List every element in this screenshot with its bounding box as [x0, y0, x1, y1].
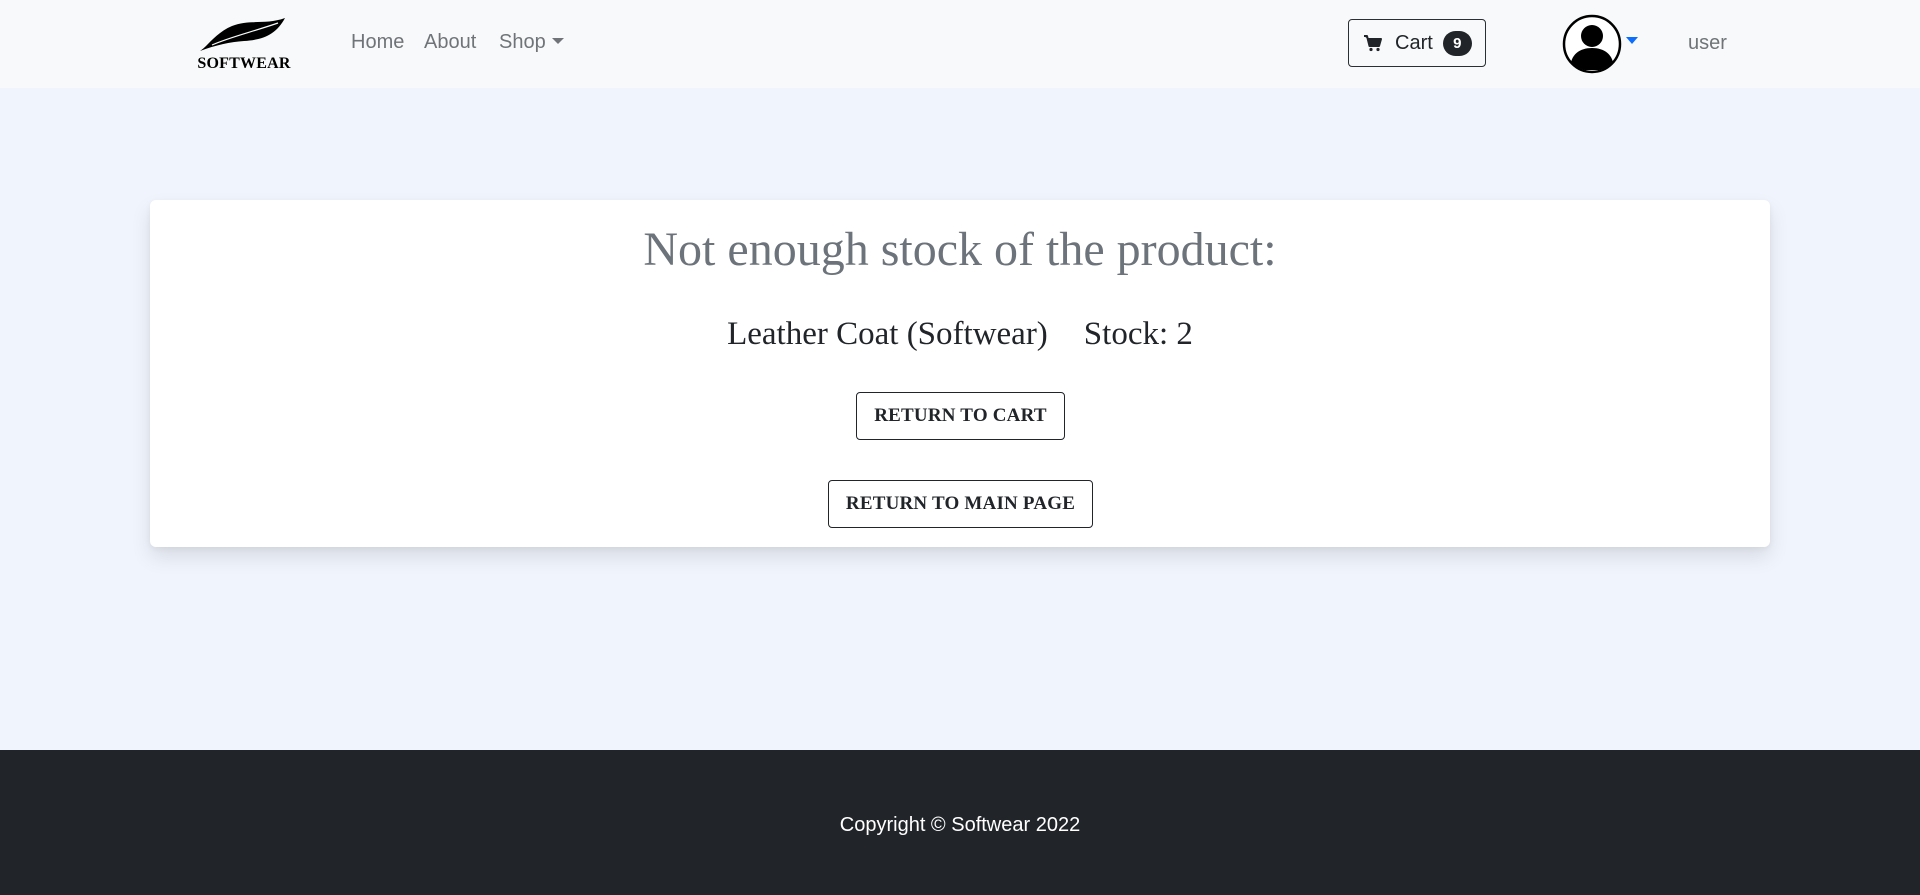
cart-label: Cart — [1395, 31, 1433, 54]
product-name: Leather Coat (Softwear) — [727, 316, 1048, 352]
footer: Copyright © Softwear 2022 — [0, 750, 1920, 895]
cart-count-badge: 9 — [1442, 30, 1472, 56]
brand-name: SOFTWEAR — [197, 55, 291, 72]
feather-icon — [200, 18, 285, 51]
nav-shop-label: Shop — [499, 31, 546, 53]
nav-home-link[interactable]: Home — [351, 31, 404, 54]
product-stock: Stock: 2 — [1083, 316, 1193, 352]
nav-about-link[interactable]: About — [424, 31, 476, 54]
user-menu-caret-icon[interactable] — [1626, 37, 1638, 44]
cart-button[interactable]: Cart 9 — [1348, 19, 1486, 67]
page-title: Not enough stock of the product: — [643, 223, 1277, 276]
return-to-main-page-button[interactable]: RETURN TO MAIN PAGE — [828, 480, 1093, 528]
brand-logo[interactable]: SOFTWEAR — [194, 15, 294, 73]
nav-shop-dropdown[interactable]: Shop — [499, 31, 564, 54]
chevron-down-icon — [551, 38, 564, 44]
stock-error-card: Not enough stock of the product: Leather… — [150, 200, 1770, 547]
return-to-cart-button[interactable]: RETURN TO CART — [856, 392, 1065, 440]
user-link[interactable]: user — [1688, 32, 1727, 55]
cart-icon — [1364, 35, 1382, 52]
navbar: SOFTWEAR Home About Shop Cart 9 user — [0, 0, 1920, 88]
footer-copyright: Copyright © Softwear 2022 — [839, 814, 1081, 836]
product-info: Leather Coat (Softwear) Stock: 2 — [150, 316, 1770, 353]
user-avatar-icon[interactable] — [1562, 14, 1622, 74]
